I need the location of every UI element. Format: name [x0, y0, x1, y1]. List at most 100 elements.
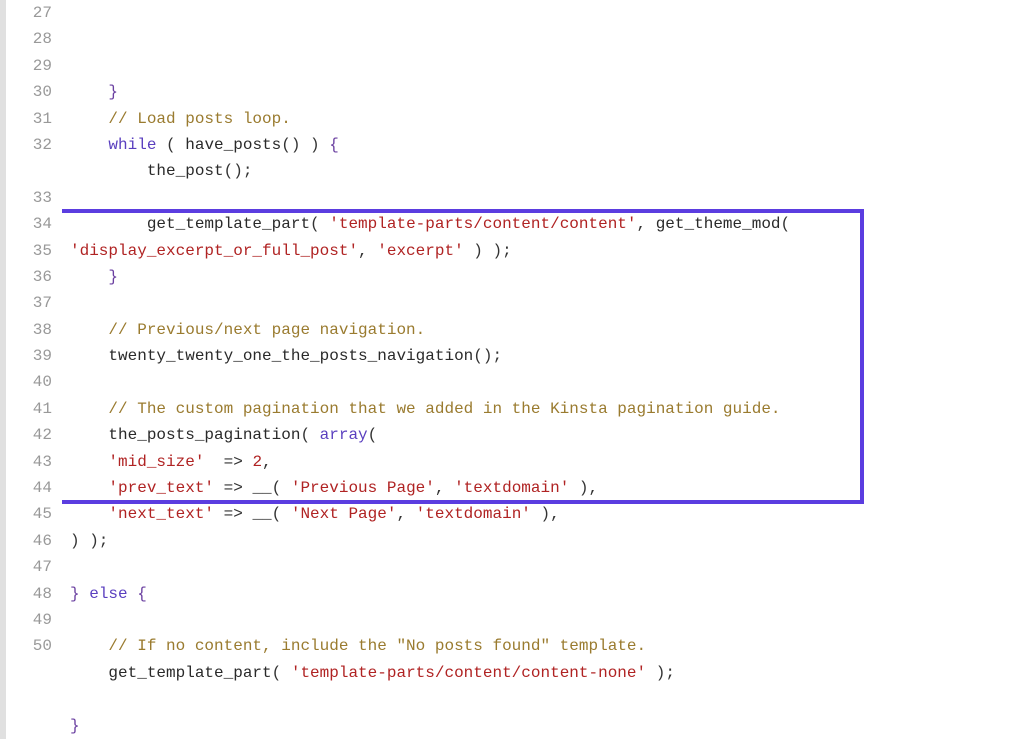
code-line[interactable]: get_template_part( 'template-parts/conte… [70, 660, 1024, 686]
code-line[interactable]: ) ); [70, 528, 1024, 554]
token-plain [128, 585, 138, 603]
token-fn: __ [252, 505, 271, 523]
line-number: 28 [6, 26, 52, 52]
code-line[interactable] [70, 554, 1024, 580]
token-brace: } [70, 585, 80, 603]
code-area[interactable]: } // Load posts loop. while ( have_posts… [62, 0, 1024, 739]
token-fn: get_theme_mod [656, 215, 781, 233]
line-number: 30 [6, 79, 52, 105]
token-plain [70, 637, 108, 655]
line-number: 45 [6, 501, 52, 527]
code-line[interactable] [70, 607, 1024, 633]
token-plain: ) ); [464, 242, 512, 260]
token-plain [70, 162, 147, 180]
code-line[interactable]: } [70, 264, 1024, 290]
token-plain: ( [156, 136, 185, 154]
token-plain: => [214, 505, 252, 523]
token-fn: have_posts [185, 136, 281, 154]
token-plain [70, 347, 108, 365]
code-line[interactable]: } else { [70, 581, 1024, 607]
token-plain: ) ); [70, 532, 108, 550]
token-plain: ), [569, 479, 598, 497]
code-line[interactable] [70, 185, 1024, 211]
code-line[interactable]: the_post(); [70, 158, 1024, 184]
token-plain: ); [646, 664, 675, 682]
token-plain [70, 664, 108, 682]
code-line[interactable]: 'mid_size' => 2, [70, 449, 1024, 475]
line-number: 35 [6, 238, 52, 264]
token-comment: // Previous/next page navigation. [108, 321, 425, 339]
token-brace: { [329, 136, 339, 154]
token-plain [70, 268, 108, 286]
code-line[interactable]: 'prev_text' => __( 'Previous Page', 'tex… [70, 475, 1024, 501]
token-plain: ( [272, 664, 291, 682]
token-plain: () ) [281, 136, 329, 154]
token-plain: => [214, 479, 252, 497]
line-number: 49 [6, 607, 52, 633]
token-plain [80, 585, 90, 603]
token-plain [70, 479, 108, 497]
token-str: 'textdomain' [416, 505, 531, 523]
token-plain [70, 505, 108, 523]
line-number: 41 [6, 396, 52, 422]
code-editor[interactable]: 2728293031323334353637383940414243444546… [0, 0, 1024, 739]
code-line[interactable] [70, 369, 1024, 395]
line-number: 44 [6, 475, 52, 501]
token-comment: // The custom pagination that we added i… [108, 400, 780, 418]
line-number: 29 [6, 53, 52, 79]
token-kw: else [89, 585, 127, 603]
code-line[interactable]: while ( have_posts() ) { [70, 132, 1024, 158]
token-fn: __ [252, 479, 271, 497]
token-plain [70, 110, 108, 128]
line-number: 32 [6, 132, 52, 158]
token-str: 'Previous Page' [291, 479, 435, 497]
token-plain: , [637, 215, 656, 233]
token-str: 'mid_size' [108, 453, 204, 471]
code-line[interactable]: // The custom pagination that we added i… [70, 396, 1024, 422]
token-brace: { [137, 585, 147, 603]
line-number-gutter: 2728293031323334353637383940414243444546… [6, 0, 62, 739]
code-line[interactable] [70, 686, 1024, 712]
code-line[interactable]: } [70, 713, 1024, 739]
token-str: 'template-parts/content/content-none' [291, 664, 646, 682]
line-number: 27 [6, 0, 52, 26]
token-plain: ( [300, 426, 319, 444]
line-number: 47 [6, 554, 52, 580]
token-plain [70, 83, 108, 101]
code-line[interactable] [70, 290, 1024, 316]
token-plain [70, 426, 108, 444]
token-plain [70, 215, 147, 233]
token-plain: (); [473, 347, 502, 365]
token-plain: ( [368, 426, 378, 444]
token-comment: // Load posts loop. [108, 110, 290, 128]
line-number: 36 [6, 264, 52, 290]
code-line[interactable]: } [70, 79, 1024, 105]
token-plain [70, 453, 108, 471]
code-line[interactable]: // Load posts loop. [70, 106, 1024, 132]
token-brace: } [70, 717, 80, 735]
token-fn: get_template_part [147, 215, 310, 233]
token-plain: (); [224, 162, 253, 180]
code-line[interactable]: // Previous/next page navigation. [70, 317, 1024, 343]
token-kw: array [320, 426, 368, 444]
line-number: 48 [6, 581, 52, 607]
token-plain: ), [531, 505, 560, 523]
line-number: 38 [6, 317, 52, 343]
code-line[interactable]: the_posts_pagination( array( [70, 422, 1024, 448]
token-brace: } [108, 83, 118, 101]
token-kw: while [108, 136, 156, 154]
code-line[interactable]: // If no content, include the "No posts … [70, 633, 1024, 659]
code-line[interactable]: 'next_text' => __( 'Next Page', 'textdom… [70, 501, 1024, 527]
token-plain: ( [310, 215, 329, 233]
code-line[interactable]: twenty_twenty_one_the_posts_navigation()… [70, 343, 1024, 369]
token-brace: } [108, 268, 118, 286]
token-fn: twenty_twenty_one_the_posts_navigation [108, 347, 473, 365]
line-number: 42 [6, 422, 52, 448]
token-str: 'Next Page' [291, 505, 397, 523]
token-str: 'excerpt' [377, 242, 463, 260]
token-fn: the_post [147, 162, 224, 180]
code-line[interactable]: get_template_part( 'template-parts/conte… [70, 211, 1024, 264]
line-number: 43 [6, 449, 52, 475]
line-number: 39 [6, 343, 52, 369]
token-plain: , [396, 505, 415, 523]
